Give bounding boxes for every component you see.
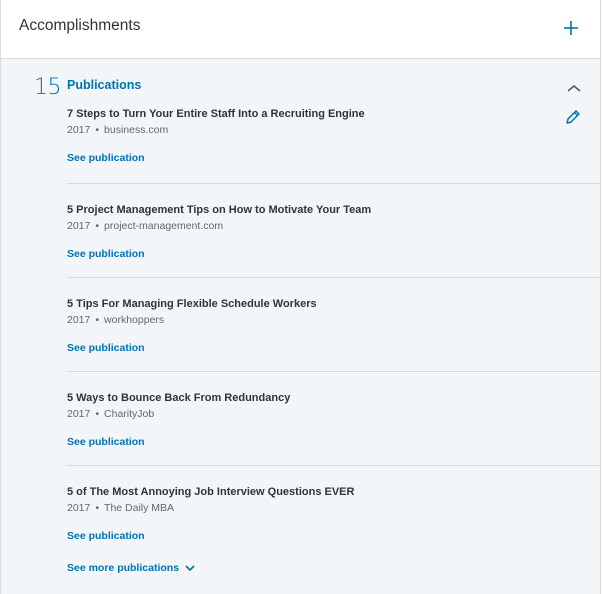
publication-publisher: CharityJob <box>104 408 155 420</box>
meta-separator: • <box>95 502 100 514</box>
see-publication-link[interactable]: See publication <box>67 152 145 164</box>
meta-separator: • <box>95 408 100 420</box>
publication-title: 5 Ways to Bounce Back From Redundancy <box>67 392 291 404</box>
publication-item: 5 Tips For Managing Flexible Schedule Wo… <box>67 297 600 356</box>
publication-meta: 2017 • business.com <box>67 123 600 137</box>
meta-separator: • <box>95 220 100 232</box>
divider <box>67 371 600 372</box>
publication-year: 2017 <box>67 408 91 420</box>
publication-publisher: project-management.com <box>104 220 224 232</box>
meta-separator: • <box>95 314 100 326</box>
publication-item: 5 Ways to Bounce Back From Redundancy 20… <box>67 391 600 450</box>
plus-icon <box>564 21 578 35</box>
card-header: Accomplishments <box>1 0 600 59</box>
publications-count: 15 <box>34 75 62 100</box>
publication-year: 2017 <box>67 220 91 232</box>
see-more-publications-button[interactable]: See more publications <box>67 562 196 574</box>
publication-meta: 2017 • The Daily MBA <box>67 501 600 515</box>
divider <box>67 465 600 466</box>
see-publication-link[interactable]: See publication <box>67 436 145 448</box>
publication-meta: 2017 • workhoppers <box>67 313 600 327</box>
publication-title: 5 Tips For Managing Flexible Schedule Wo… <box>67 298 317 310</box>
accomplishments-card: Accomplishments 15 Publications 7 Steps … <box>0 0 601 594</box>
chevron-up-icon <box>567 85 581 92</box>
publication-year: 2017 <box>67 314 91 326</box>
divider <box>67 277 600 278</box>
publication-year: 2017 <box>67 124 91 136</box>
publication-publisher: workhoppers <box>104 314 165 326</box>
chevron-down-icon <box>185 565 195 572</box>
publication-publisher: business.com <box>104 124 169 136</box>
add-accomplishment-button[interactable] <box>560 17 582 39</box>
collapse-section-button[interactable] <box>565 81 583 93</box>
publication-meta: 2017 • CharityJob <box>67 407 600 421</box>
see-publication-link[interactable]: See publication <box>67 530 145 542</box>
divider <box>67 183 600 184</box>
publication-item: 7 Steps to Turn Your Entire Staff Into a… <box>67 107 600 166</box>
publication-meta: 2017 • project-management.com <box>67 219 600 233</box>
publication-title: 5 Project Management Tips on How to Moti… <box>67 204 372 216</box>
meta-separator: • <box>95 124 100 136</box>
publications-title[interactable]: Publications <box>67 78 141 92</box>
see-publication-link[interactable]: See publication <box>67 248 145 260</box>
publication-publisher: The Daily MBA <box>104 502 175 514</box>
see-more-label: See more publications <box>67 562 180 574</box>
publication-title: 5 of The Most Annoying Job Interview Que… <box>67 486 355 498</box>
publication-year: 2017 <box>67 502 91 514</box>
publication-title: 7 Steps to Turn Your Entire Staff Into a… <box>67 108 365 120</box>
card-title: Accomplishments <box>19 17 141 34</box>
publications-section: 15 Publications 7 Steps to Turn Your Ent… <box>1 59 600 594</box>
see-publication-link[interactable]: See publication <box>67 342 145 354</box>
publication-item: 5 Project Management Tips on How to Moti… <box>67 203 600 262</box>
publication-item: 5 of The Most Annoying Job Interview Que… <box>67 485 600 544</box>
